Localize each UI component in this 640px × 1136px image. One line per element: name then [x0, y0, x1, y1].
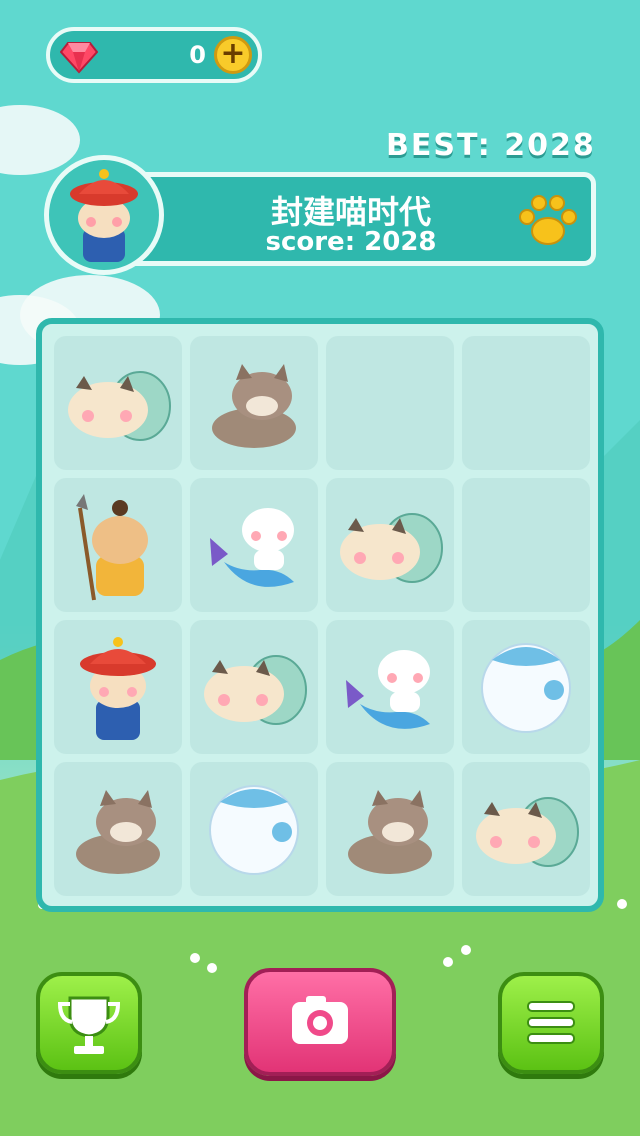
snail-cat-icon [68, 371, 171, 441]
caveman-cat-icon [76, 494, 148, 601]
snail-cat-icon [340, 513, 443, 583]
snail-cat-icon [204, 655, 307, 725]
brown-cat-icon [348, 790, 432, 874]
tile-empty[interactable] [462, 336, 590, 470]
qing-official-cat-avatar [44, 155, 164, 275]
gem-count: 0 [189, 41, 206, 69]
tile-snail-cat[interactable] [326, 478, 454, 612]
tile-caveman-cat[interactable] [54, 478, 182, 612]
mermaid-cat-icon [210, 508, 294, 587]
best-score: BEST: 2028 [386, 128, 596, 163]
tile-mermaid-cat[interactable] [326, 620, 454, 754]
plus-icon: + [220, 36, 246, 71]
tile-brown-cat[interactable] [326, 762, 454, 896]
camera-icon [292, 996, 348, 1044]
menu-button[interactable] [498, 972, 604, 1074]
menu-icon [527, 1001, 575, 1044]
gem-counter: 0 + [46, 27, 262, 83]
tile-brown-cat[interactable] [54, 762, 182, 896]
qing-official-cat-icon [80, 637, 156, 740]
tile-empty[interactable] [326, 336, 454, 470]
tile-snail-cat[interactable] [190, 620, 318, 754]
ball-cat-icon [481, 643, 571, 733]
tile-brown-cat[interactable] [190, 336, 318, 470]
camera-button[interactable] [244, 968, 396, 1076]
tile-snail-cat[interactable] [54, 336, 182, 470]
tile-empty[interactable] [462, 478, 590, 612]
tile-snail-cat[interactable] [462, 762, 590, 896]
tile-ball-cat[interactable] [462, 620, 590, 754]
tile-ball-cat[interactable] [190, 762, 318, 896]
brown-cat-icon [76, 790, 160, 874]
add-gems-button[interactable]: + [214, 36, 252, 74]
level-header: 封建喵时代 score: 2028 [96, 172, 596, 266]
mermaid-cat-icon [346, 650, 430, 729]
game-board [36, 318, 604, 912]
tile-mermaid-cat[interactable] [190, 478, 318, 612]
ball-cat-icon [209, 785, 299, 875]
ruby-gem-icon [60, 42, 98, 74]
paw-icon[interactable] [517, 191, 579, 249]
snail-cat-icon [476, 797, 579, 867]
leaderboard-button[interactable] [36, 972, 142, 1074]
trophy-icon [57, 996, 121, 1054]
tile-qing-official-cat[interactable] [54, 620, 182, 754]
brown-cat-icon [212, 364, 296, 448]
